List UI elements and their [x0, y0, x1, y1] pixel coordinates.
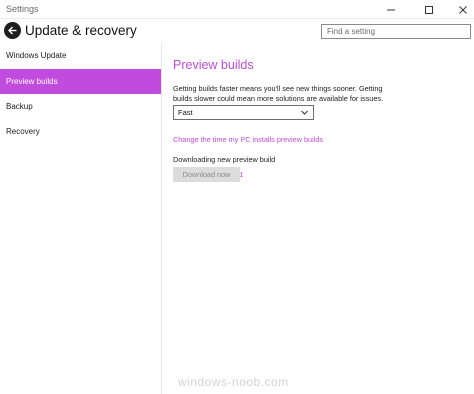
preview-builds-description: Getting builds faster means you'll see n…: [173, 84, 384, 103]
search-input[interactable]: [322, 25, 470, 38]
sidebar: Windows Update Preview builds Backup Rec…: [0, 43, 162, 394]
minimize-icon: [387, 9, 395, 10]
download-now-button[interactable]: Download now: [173, 167, 240, 182]
title-bar: Settings: [0, 0, 474, 19]
text-cursor-icon: ɪ: [240, 170, 243, 179]
sidebar-item-recovery[interactable]: Recovery: [0, 119, 161, 144]
main-content: Preview builds Getting builds faster mea…: [162, 43, 474, 394]
change-install-time-link[interactable]: Change the time my PC installs preview b…: [173, 135, 323, 144]
sidebar-item-backup[interactable]: Backup: [0, 94, 161, 119]
search-box[interactable]: [321, 24, 471, 39]
close-icon: [459, 5, 467, 14]
sidebar-item-preview-builds[interactable]: Preview builds: [0, 69, 161, 94]
maximize-button[interactable]: [414, 0, 444, 19]
minimize-button[interactable]: [376, 0, 406, 19]
dropdown-selected-value: Fast: [178, 108, 193, 117]
window-title: Settings: [6, 4, 39, 14]
download-status-text: Downloading new preview build: [173, 155, 276, 164]
page-title: Update & recovery: [25, 23, 137, 38]
close-button[interactable]: [448, 0, 474, 19]
back-button[interactable]: [4, 22, 21, 39]
section-title: Preview builds: [173, 58, 254, 72]
build-speed-dropdown[interactable]: Fast: [173, 105, 314, 120]
back-arrow-icon: [8, 26, 17, 35]
chevron-down-icon: [301, 110, 308, 115]
watermark: windows-noob.com: [178, 375, 289, 389]
page-header: Update & recovery: [0, 19, 474, 43]
maximize-icon: [425, 5, 433, 14]
sidebar-item-windows-update[interactable]: Windows Update: [0, 43, 161, 68]
